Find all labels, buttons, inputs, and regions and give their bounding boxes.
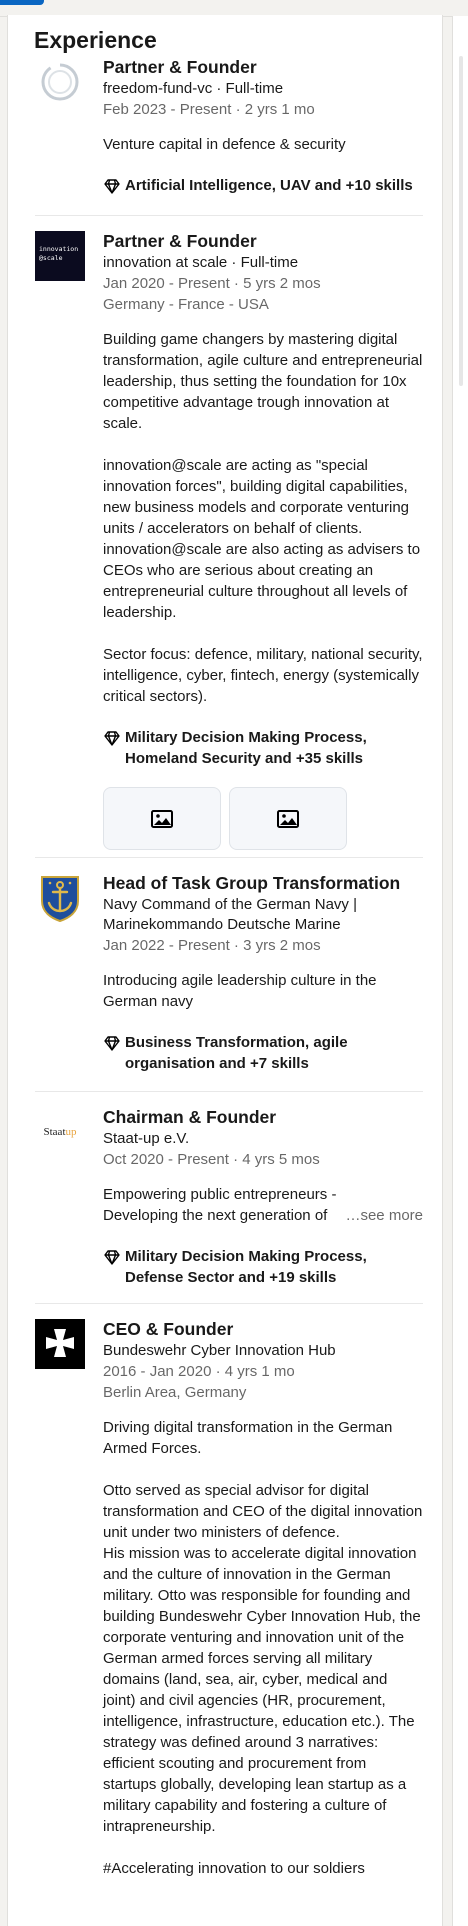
job-dates: Oct 2020 - Present · 4 yrs 5 mos — [103, 1151, 320, 1168]
skills-link[interactable]: Military Decision Making Process, Homela… — [103, 727, 423, 769]
see-more-link[interactable]: …see more — [339, 1205, 423, 1226]
job-title[interactable]: Partner & Founder — [103, 57, 423, 78]
job-description-line: Developing the next generation of …see m… — [103, 1205, 423, 1226]
skills-text: Artificial Intelligence, UAV and +10 ski… — [125, 177, 413, 194]
image-icon — [277, 809, 299, 828]
divider — [35, 1303, 423, 1304]
divider — [35, 1091, 423, 1092]
nav-button[interactable] — [0, 0, 44, 5]
scrollbar[interactable] — [459, 56, 463, 386]
skills-link[interactable]: Artificial Intelligence, UAV and +10 ski… — [103, 175, 423, 196]
media-row — [103, 787, 423, 850]
skills-link[interactable]: Military Decision Making Process, Defens… — [103, 1246, 423, 1288]
job-dates: Jan 2022 - Present · 3 yrs 2 mos — [103, 937, 321, 954]
company-logo[interactable] — [35, 57, 85, 107]
iron-cross-icon — [46, 1329, 74, 1357]
job-title[interactable]: Chairman & Founder — [103, 1107, 423, 1128]
media-thumbnail[interactable] — [103, 787, 221, 850]
job-title[interactable]: CEO & Founder — [103, 1319, 423, 1340]
job-description: Driving digital transformation in the Ge… — [103, 1419, 423, 1877]
job-location: Berlin Area, Germany — [103, 1384, 247, 1401]
job-title[interactable]: Head of Task Group Transformation — [103, 873, 423, 894]
section-title: Experience — [34, 27, 157, 53]
navy-crest-icon — [41, 876, 79, 923]
job-description: Building game changers by mastering digi… — [103, 331, 423, 705]
innovation-at-scale-logo: innovation @scale — [39, 245, 79, 262]
company-logo[interactable]: Staatup — [35, 1107, 85, 1157]
company-name: Bundeswehr Cyber Innovation Hub — [103, 1342, 336, 1359]
company-logo[interactable] — [35, 1319, 85, 1369]
skills-text: Business Transformation, agile organisat… — [125, 1034, 348, 1072]
skills-text: Military Decision Making Process, Defens… — [125, 1248, 367, 1286]
skills-text: Military Decision Making Process, Homela… — [125, 729, 367, 767]
skill-diamond-icon — [104, 179, 120, 194]
skill-diamond-icon — [104, 731, 120, 746]
job-dates: 2016 - Jan 2020 · 4 yrs 1 mo — [103, 1363, 295, 1380]
image-icon — [151, 809, 173, 828]
company-name: freedom-fund-vc · Full-time — [103, 80, 284, 97]
company-logo[interactable]: innovation @scale — [35, 231, 85, 281]
company-name: Navy Command of the German Navy | Marine… — [103, 896, 357, 933]
job-description-line: Empowering public entrepreneurs - — [103, 1186, 337, 1203]
divider — [35, 215, 423, 216]
right-pane — [452, 16, 468, 1926]
company-name: Staat-up e.V. — [103, 1130, 190, 1147]
skill-diamond-icon — [104, 1036, 120, 1051]
skills-link[interactable]: Business Transformation, agile organisat… — [103, 1032, 423, 1074]
company-logo[interactable] — [35, 873, 85, 923]
divider — [35, 857, 423, 858]
freedom-fund-logo-icon — [41, 63, 79, 101]
media-thumbnail[interactable] — [229, 787, 347, 850]
job-dates: Feb 2023 - Present · 2 yrs 1 mo — [103, 101, 315, 118]
skill-diamond-icon — [104, 1250, 120, 1265]
job-title[interactable]: Partner & Founder — [103, 231, 423, 252]
experience-card: Experience Partner & Founder freedom-fun… — [7, 15, 443, 1926]
job-location: Germany - France - USA — [103, 296, 269, 313]
job-dates: Jan 2020 - Present · 5 yrs 2 mos — [103, 275, 321, 292]
staatup-logo: Staatup — [43, 1126, 77, 1138]
company-name: innovation at scale · Full-time — [103, 254, 299, 271]
job-description: Venture capital in defence & security — [103, 136, 346, 153]
job-description: Introducing agile leadership culture in … — [103, 972, 377, 1010]
